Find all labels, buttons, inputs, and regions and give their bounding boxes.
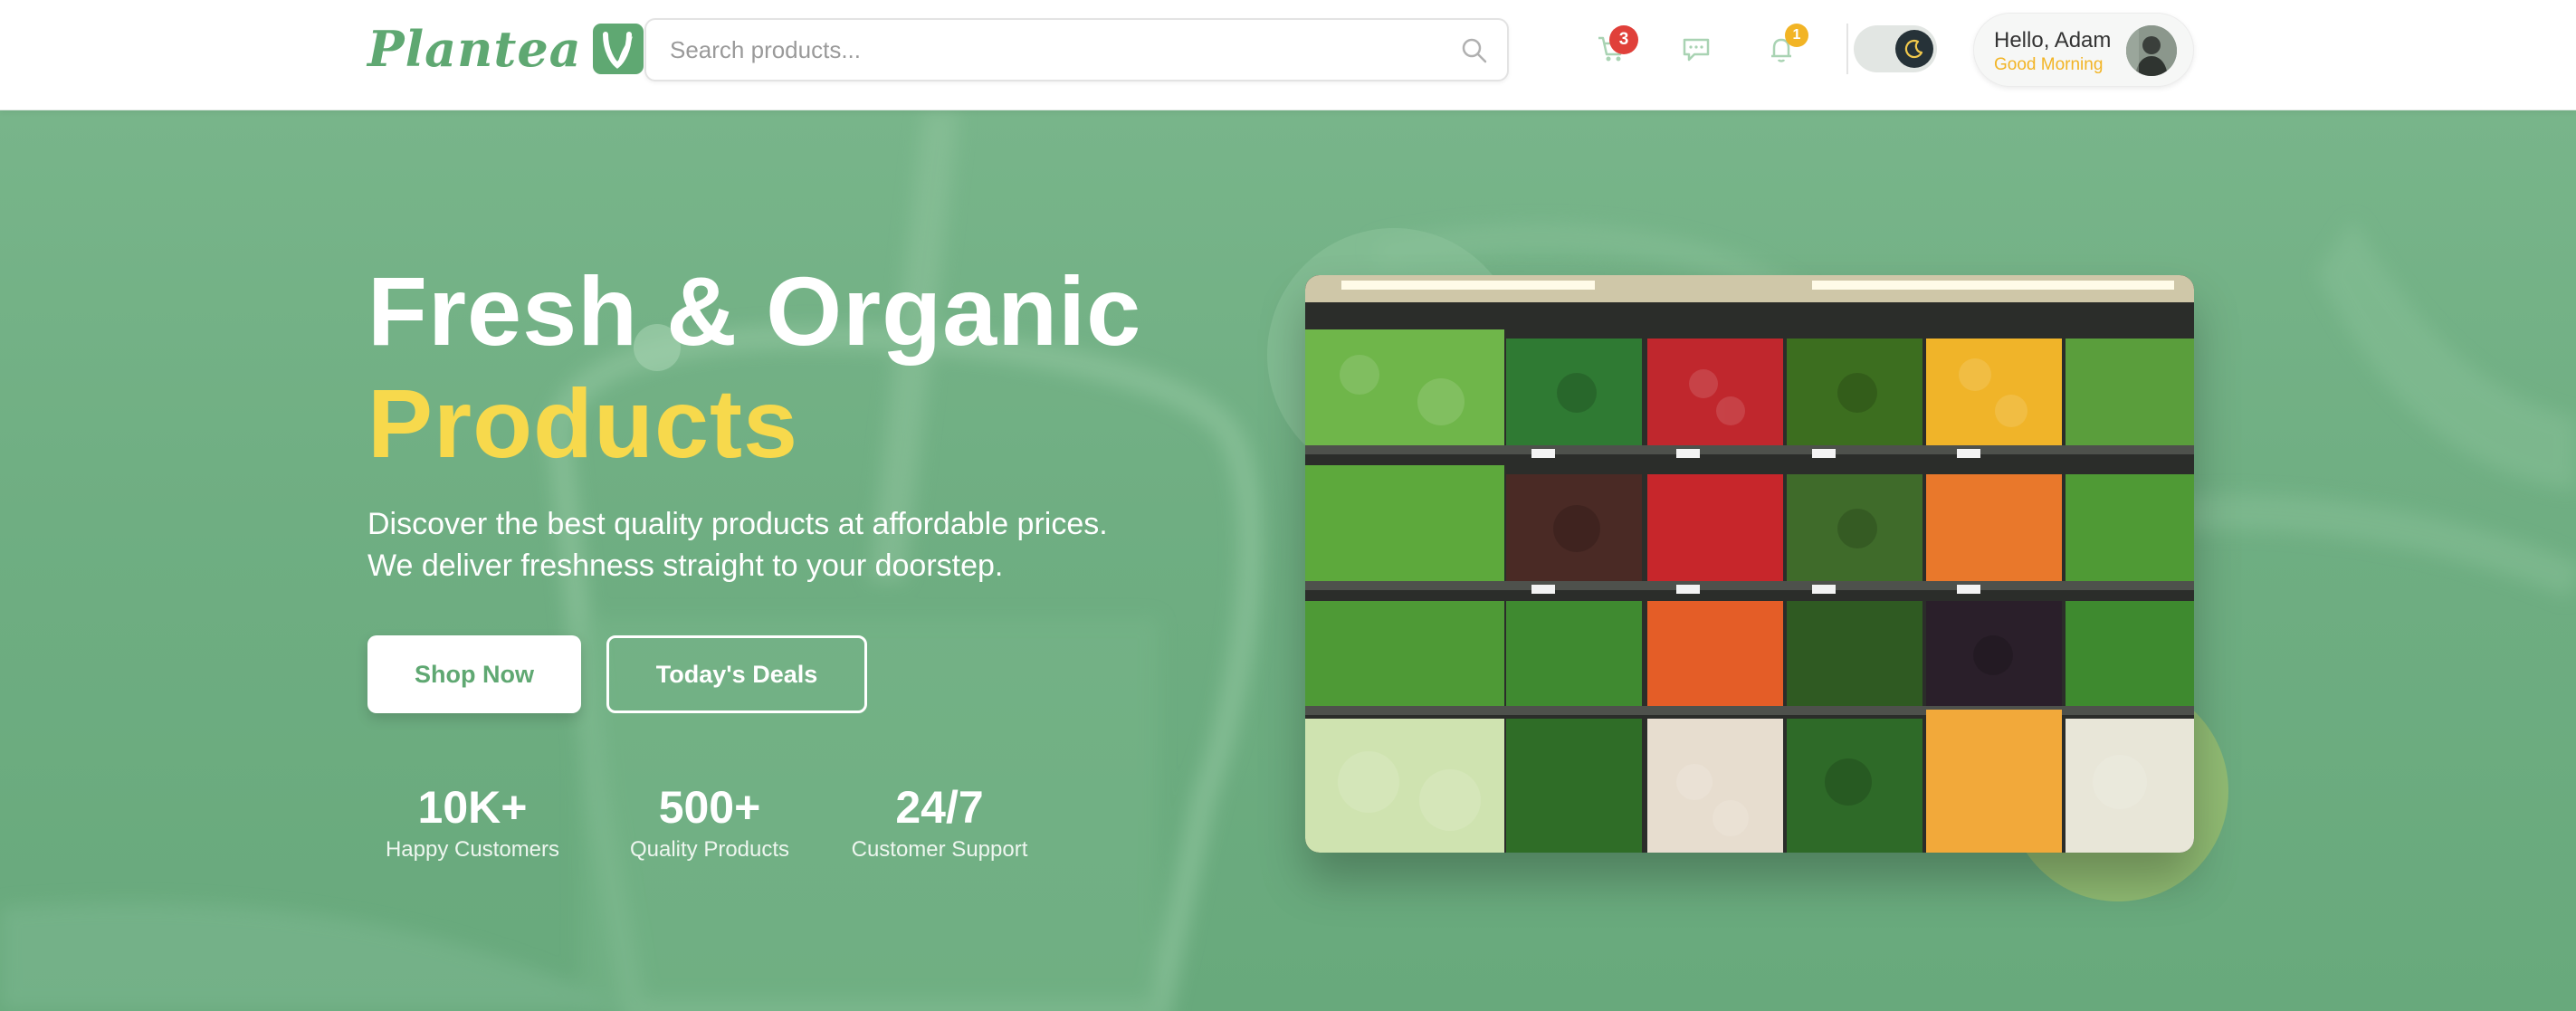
stat-value: 10K+ [417,782,528,833]
user-greeting: Hello, Adam [1994,28,2112,52]
top-header: Plantea 3 [0,0,2576,110]
stat-quality-products: 500+ Quality Products [617,780,802,865]
theme-toggle[interactable] [1854,25,1937,72]
leaf-logo-icon [592,24,644,74]
messages-button[interactable] [1680,33,1713,65]
todays-deals-button[interactable]: Today's Deals [606,635,867,713]
brand-logo[interactable]: Plantea [367,20,644,78]
logo-text: Plantea [367,20,582,78]
hero-description: Discover the best quality products at af… [367,503,1108,587]
stat-label: Quality Products [629,837,790,862]
stat-happy-customers: 10K+ Happy Customers [380,780,565,865]
stat-value: 500+ [658,782,761,833]
chat-icon [1683,38,1710,62]
stat-label: Customer Support [851,837,1028,862]
notifications-button[interactable]: 1 [1765,24,1808,65]
search-input[interactable] [670,20,1448,80]
header-divider [1846,24,1848,74]
toggle-knob [1895,30,1933,68]
avatar[interactable] [2126,25,2177,76]
user-greeting-time: Good Morning [1994,55,2104,74]
moon-icon [1904,39,1923,59]
search-bar [644,18,1509,81]
hero-title-line1: Fresh & Organic [367,256,1142,366]
stat-label: Happy Customers [385,837,560,862]
user-profile-menu[interactable]: Hello, Adam Good Morning [1973,13,2194,87]
cart-button[interactable]: 3 [1595,25,1638,65]
stat-customer-support: 24/7 Customer Support [847,780,1032,865]
stat-value: 24/7 [895,782,984,833]
search-icon[interactable] [1460,36,1489,65]
shop-now-button[interactable]: Shop Now [367,635,581,713]
hero-description-line1: Discover the best quality products at af… [367,507,1108,541]
hero-section: Fresh & Organic Products Discover the be… [0,110,2576,1011]
produce-shelf-illustration [1305,275,2194,853]
cart-count-badge: 3 [1609,25,1638,54]
hero-description-line2: We deliver freshness straight to your do… [367,548,1004,583]
notification-count-badge: 1 [1785,24,1808,47]
hero-title-line2: Products [367,368,799,478]
hero-produce-image [1305,275,2194,853]
